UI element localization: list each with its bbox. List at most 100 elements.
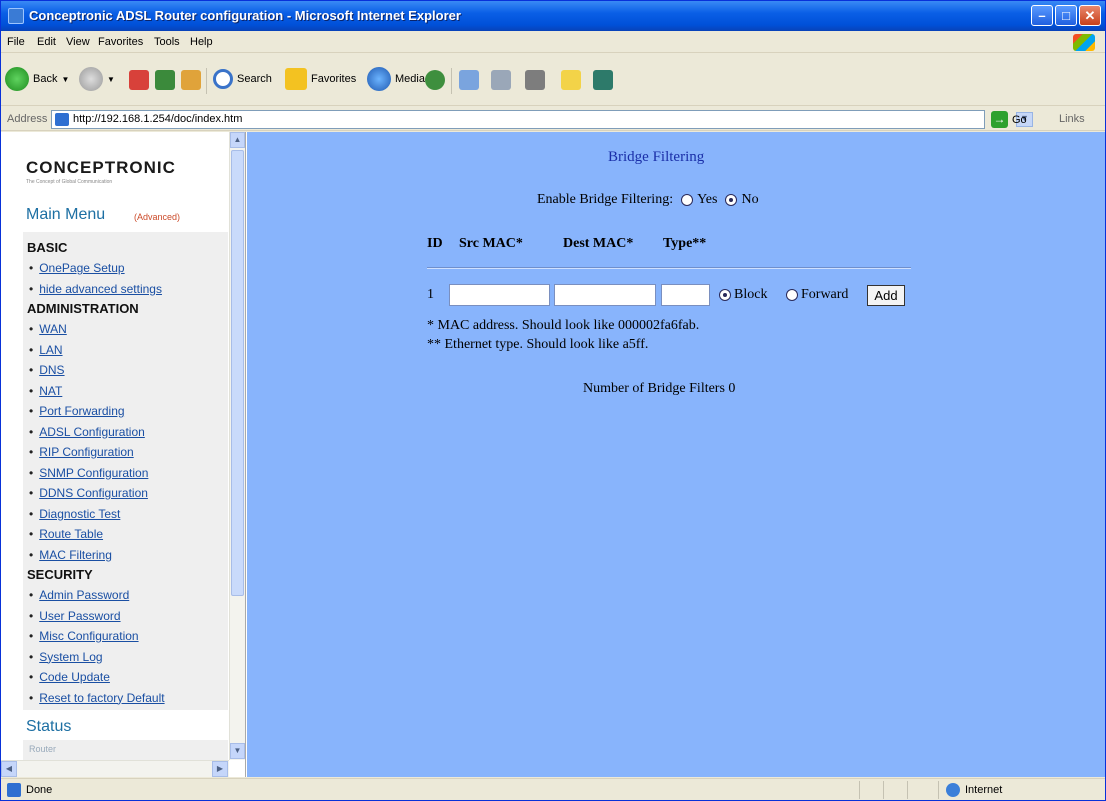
menu-item-label[interactable]: Route Table bbox=[39, 527, 103, 541]
media-button[interactable]: Media bbox=[367, 66, 425, 92]
bridge-filter-count: Number of Bridge Filters 0 bbox=[583, 381, 736, 396]
enable-bridge-filtering-row: Enable Bridge Filtering: Yes No bbox=[537, 192, 759, 208]
menu-item-label[interactable]: MAC Filtering bbox=[39, 548, 112, 562]
menu-item-mac-filtering[interactable]: MAC Filtering bbox=[27, 545, 228, 566]
menu-item-label[interactable]: Code Update bbox=[39, 670, 110, 684]
menu-item-label[interactable]: DNS bbox=[39, 363, 64, 377]
links-button[interactable]: Links bbox=[1059, 113, 1085, 125]
enable-no-radio[interactable] bbox=[725, 194, 738, 206]
menu-item-hide-advanced[interactable]: hide advanced settings bbox=[27, 279, 228, 300]
brand-tagline: The Concept of Global Communication bbox=[26, 179, 113, 185]
scroll-left-icon[interactable]: ◀ bbox=[1, 761, 17, 777]
menu-help[interactable]: Help bbox=[190, 36, 213, 48]
main-menu: BASIC OnePage Setup hide advanced settin… bbox=[23, 232, 228, 710]
stop-icon[interactable] bbox=[129, 70, 149, 90]
menu-item-router[interactable]: Router bbox=[29, 744, 56, 754]
refresh-icon[interactable] bbox=[155, 70, 175, 90]
minimize-button[interactable]: – bbox=[1031, 5, 1053, 26]
history-icon[interactable] bbox=[425, 70, 445, 90]
menu-item-lan[interactable]: LAN bbox=[27, 340, 228, 361]
home-icon[interactable] bbox=[181, 70, 201, 90]
forward-radio[interactable] bbox=[786, 289, 798, 301]
chevron-down-icon[interactable]: ▼ bbox=[107, 75, 115, 84]
status-divider bbox=[883, 781, 884, 799]
menu-favorites[interactable]: Favorites bbox=[98, 36, 143, 48]
address-input[interactable]: http://192.168.1.254/doc/index.htm ▼ bbox=[51, 110, 1033, 129]
address-url[interactable]: http://192.168.1.254/doc/index.htm bbox=[73, 113, 242, 125]
menu-item-label[interactable]: User Password bbox=[39, 609, 120, 623]
menu-item-code-update[interactable]: Code Update bbox=[27, 667, 228, 688]
discuss-icon[interactable] bbox=[561, 70, 581, 90]
menu-item-label[interactable]: Admin Password bbox=[39, 588, 129, 602]
back-button[interactable]: Back ▼ bbox=[5, 66, 69, 92]
messenger-icon[interactable] bbox=[593, 70, 613, 90]
forward-button[interactable]: ▼ bbox=[79, 66, 115, 92]
menu-item-label[interactable]: RIP Configuration bbox=[39, 445, 134, 459]
enable-yes-label[interactable]: Yes bbox=[697, 192, 717, 208]
menu-item-wan[interactable]: WAN bbox=[27, 319, 228, 340]
forward-arrow-icon bbox=[79, 67, 103, 91]
menu-tools[interactable]: Tools bbox=[154, 36, 180, 48]
menu-file[interactable]: File bbox=[7, 36, 25, 48]
menu-item-label[interactable]: Diagnostic Test bbox=[39, 507, 120, 521]
type-input[interactable] bbox=[661, 284, 710, 306]
block-radio[interactable] bbox=[719, 289, 731, 301]
close-button[interactable]: ✕ bbox=[1079, 5, 1101, 26]
menu-item-onepage-setup[interactable]: OnePage Setup bbox=[27, 258, 228, 279]
favorites-label: Favorites bbox=[311, 73, 357, 85]
favorites-button[interactable]: Favorites bbox=[285, 66, 356, 92]
menu-view[interactable]: View bbox=[66, 36, 90, 48]
print-icon[interactable] bbox=[491, 70, 511, 90]
menu-item-label[interactable]: Reset to factory Default bbox=[39, 691, 164, 705]
menu-item-label[interactable]: Port Forwarding bbox=[39, 404, 124, 418]
menu-item-label[interactable]: NAT bbox=[39, 384, 62, 398]
title-bar[interactable]: Conceptronic ADSL Router configuration -… bbox=[1, 1, 1105, 31]
menu-edit[interactable]: Edit bbox=[37, 36, 56, 48]
menu-item-system-log[interactable]: System Log bbox=[27, 647, 228, 668]
menu-item-label[interactable]: hide advanced settings bbox=[39, 282, 162, 296]
menu-item-dns[interactable]: DNS bbox=[27, 360, 228, 381]
scroll-up-icon[interactable]: ▲ bbox=[230, 132, 245, 148]
menu-item-label[interactable]: SNMP Configuration bbox=[39, 466, 148, 480]
scroll-thumb[interactable] bbox=[231, 150, 244, 596]
menu-item-diagnostic-test[interactable]: Diagnostic Test bbox=[27, 504, 228, 525]
menu-item-user-password[interactable]: User Password bbox=[27, 606, 228, 627]
maximize-button[interactable]: □ bbox=[1055, 5, 1077, 26]
dest-mac-input[interactable] bbox=[554, 284, 656, 306]
enable-no-label[interactable]: No bbox=[741, 192, 758, 208]
vertical-scrollbar[interactable]: ▲ ▼ bbox=[229, 132, 245, 760]
menu-item-rip-configuration[interactable]: RIP Configuration bbox=[27, 442, 228, 463]
menu-item-label[interactable]: OnePage Setup bbox=[39, 261, 124, 275]
menu-item-nat[interactable]: NAT bbox=[27, 381, 228, 402]
menu-item-port-forwarding[interactable]: Port Forwarding bbox=[27, 401, 228, 422]
security-zone-label: Internet bbox=[965, 784, 1003, 796]
menu-item-admin-password[interactable]: Admin Password bbox=[27, 585, 228, 606]
menu-item-label[interactable]: LAN bbox=[39, 343, 62, 357]
horizontal-scrollbar[interactable]: ◀ ▶ bbox=[1, 760, 229, 777]
menu-item-label[interactable]: WAN bbox=[39, 322, 67, 336]
menu-item-reset-factory-default[interactable]: Reset to factory Default bbox=[27, 688, 228, 709]
menu-item-label[interactable]: ADSL Configuration bbox=[39, 425, 145, 439]
add-button[interactable]: Add bbox=[867, 285, 905, 306]
menu-bar: File Edit View Favorites Tools Help bbox=[1, 31, 1105, 53]
scroll-right-icon[interactable]: ▶ bbox=[212, 761, 228, 777]
star-icon bbox=[285, 68, 307, 90]
chevron-down-icon[interactable]: ▼ bbox=[61, 75, 69, 84]
menu-item-ddns-configuration[interactable]: DDNS Configuration bbox=[27, 483, 228, 504]
mail-icon[interactable] bbox=[459, 70, 479, 90]
menu-item-label[interactable]: Misc Configuration bbox=[39, 629, 138, 643]
menu-item-route-table[interactable]: Route Table bbox=[27, 524, 228, 545]
block-label[interactable]: Block bbox=[734, 287, 767, 303]
scroll-down-icon[interactable]: ▼ bbox=[230, 743, 245, 759]
forward-label[interactable]: Forward bbox=[801, 287, 848, 303]
menu-item-label[interactable]: System Log bbox=[39, 650, 102, 664]
src-mac-input[interactable] bbox=[449, 284, 550, 306]
menu-item-snmp-configuration[interactable]: SNMP Configuration bbox=[27, 463, 228, 484]
menu-item-label[interactable]: DDNS Configuration bbox=[39, 486, 148, 500]
menu-item-adsl-configuration[interactable]: ADSL Configuration bbox=[27, 422, 228, 443]
enable-yes-radio[interactable] bbox=[681, 194, 694, 206]
menu-item-misc-configuration[interactable]: Misc Configuration bbox=[27, 626, 228, 647]
go-button[interactable]: → Go bbox=[991, 111, 1027, 128]
edit-icon[interactable] bbox=[525, 70, 545, 90]
search-button[interactable]: Search bbox=[213, 66, 272, 92]
